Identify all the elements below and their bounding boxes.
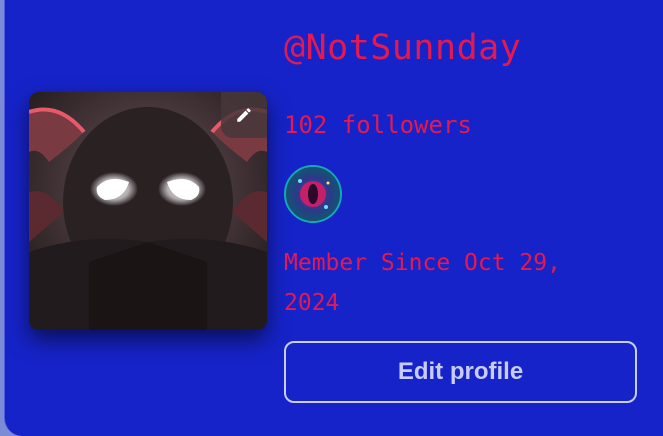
- badge-image: [286, 167, 340, 221]
- pencil-icon: [237, 108, 251, 122]
- username: @NotSunnday: [284, 28, 522, 68]
- profile-card: @NotSunnday 102 followers Member Since O…: [4, 0, 663, 436]
- member-since: Member Since Oct 29, 2024: [284, 250, 561, 316]
- badge-icon[interactable]: [284, 165, 342, 223]
- avatar[interactable]: [29, 92, 267, 330]
- edit-profile-button[interactable]: Edit profile: [284, 341, 637, 403]
- follower-count[interactable]: 102 followers: [284, 111, 472, 139]
- edit-avatar-button[interactable]: [221, 92, 267, 138]
